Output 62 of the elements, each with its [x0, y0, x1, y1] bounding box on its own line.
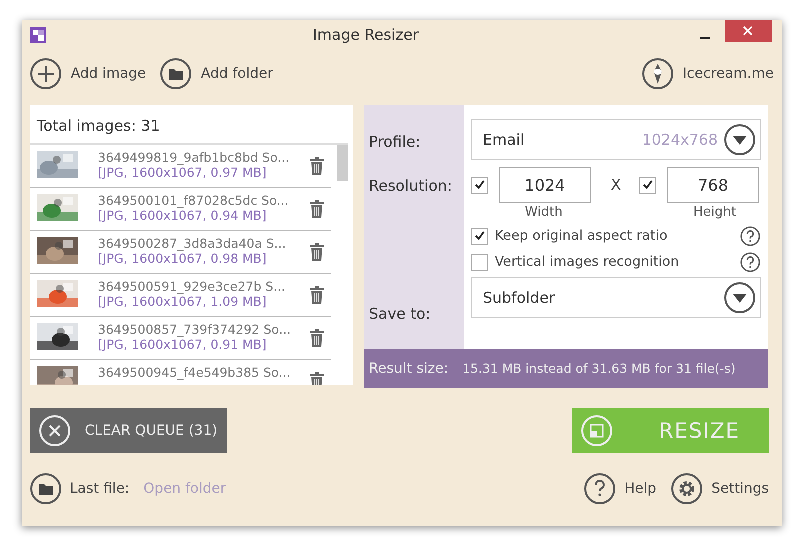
file-info: [JPG, 1600x1067, 0.98 MB]: [98, 251, 268, 266]
file-info: [JPG, 1600x1067, 0.97 MB]: [98, 165, 268, 180]
checkbox[interactable]: [639, 176, 656, 194]
width-caption: Width: [524, 205, 564, 220]
help-button[interactable]: Help: [584, 473, 657, 505]
window-title: Image Resizer: [312, 26, 420, 44]
file-name: 3649500945_f4e549b385 So...: [98, 365, 292, 380]
add-folder-button[interactable]: Add folder: [160, 58, 274, 90]
resize-icon: [581, 414, 613, 446]
result-text: 15.31 MB instead of 31.63 MB for 31 file(-s): [462, 361, 736, 376]
trash-icon[interactable]: [310, 286, 324, 304]
save-to-label: Save to:: [369, 305, 432, 325]
file-info: [JPG, 1600x1067, 0.91 MB]: [98, 337, 268, 352]
close-icon: [39, 414, 71, 446]
result-label: Result size:: [369, 360, 449, 376]
plus-icon: [30, 58, 62, 90]
trash-icon[interactable]: [310, 372, 324, 385]
gear-icon: [670, 473, 703, 505]
file-name: 3649499819_9afb1bc8bd So...: [98, 150, 291, 165]
profile-label: Profile:: [369, 133, 422, 153]
close-button[interactable]: [725, 20, 772, 42]
trash-icon[interactable]: [310, 200, 324, 218]
file-info: [JPG, 1600x1067, 0.94 MB]: [98, 208, 268, 223]
folder-icon: [30, 473, 62, 505]
add-image-button[interactable]: Add image: [30, 58, 146, 90]
option-label: Keep original aspect ratio: [495, 228, 668, 244]
file-name: 3649500287_3d8a3da40a S...: [98, 236, 288, 251]
file-info: [JPG, 1600x1067, 1.09 MB]: [98, 294, 268, 309]
trash-icon[interactable]: [310, 243, 324, 261]
settings-button[interactable]: Settings: [670, 473, 769, 505]
option-label: Vertical images recognition: [495, 254, 680, 270]
dropdown-icon: [724, 282, 756, 314]
file-name: 3649500101_f87028c5dc So...: [98, 193, 290, 208]
checkbox[interactable]: [471, 254, 488, 270]
file-name: 3649500857_739f374292 So...: [98, 322, 292, 337]
height-caption: Height: [692, 205, 738, 220]
height-field[interactable]: 768: [667, 167, 760, 203]
save-to-dropdown[interactable]: Subfolder: [471, 277, 761, 318]
ice-cream-icon: [642, 58, 674, 90]
trash-icon[interactable]: [310, 157, 324, 175]
resolution-label: Resolution:: [369, 177, 454, 197]
help-icon: [740, 252, 761, 272]
last-file-label: Last file:: [70, 481, 130, 497]
check-icon: [474, 180, 484, 190]
total-count: Total images: 31: [36, 116, 162, 137]
checkbox[interactable]: [471, 176, 488, 194]
scrollbar-thumb[interactable]: [337, 145, 348, 181]
file-name: 3649500591_929e3ce27b S...: [98, 279, 287, 294]
help-icon: [584, 473, 616, 505]
app-logo-icon: [30, 26, 47, 44]
check-icon: [474, 231, 484, 241]
brand-link[interactable]: Icecream.me: [642, 58, 774, 90]
times-sign: X: [611, 176, 622, 194]
checkbox[interactable]: [471, 228, 488, 244]
profile-dropdown[interactable]: Email 1024x768: [471, 119, 761, 160]
check-icon: [642, 180, 653, 190]
folder-icon: [160, 58, 192, 90]
clear-queue-button[interactable]: CLEAR QUEUE (31): [30, 408, 227, 453]
help-icon: [740, 226, 761, 246]
trash-icon[interactable]: [310, 329, 324, 347]
dropdown-icon: [724, 124, 756, 156]
width-field[interactable]: 1024: [499, 167, 591, 203]
